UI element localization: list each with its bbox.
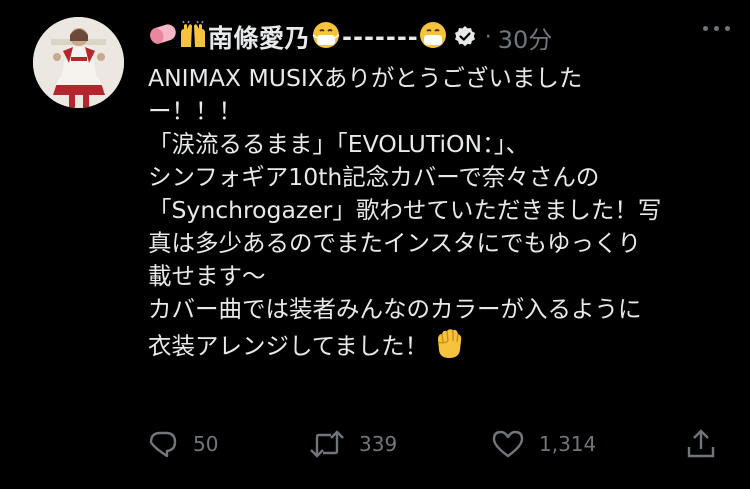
timestamp[interactable]: 30分 (498, 20, 553, 55)
tweet-text-line: 「Synchrogazer」歌わせていただきました！写 (148, 196, 662, 224)
tweet-actions: 50 339 1,314 (147, 425, 727, 463)
tweet-text-line: ー！！！ (148, 97, 242, 125)
reply-icon (147, 428, 179, 460)
pill-emoji-icon (148, 22, 178, 52)
reply-button[interactable]: 50 (147, 425, 218, 463)
raised-fist-emoji-icon (432, 326, 464, 369)
avatar[interactable] (33, 17, 124, 108)
tweet-text-line: ANIMAX MUSIXありがとうございました (148, 64, 583, 92)
time-separator: · (484, 24, 492, 50)
mask-face-emoji-icon (312, 21, 340, 53)
share-icon (685, 428, 717, 460)
share-button[interactable] (685, 425, 717, 463)
tweet-text: ANIMAX MUSIXありがとうございました ー！！！ 「涙流るるまま」「EV… (148, 62, 728, 369)
more-horizontal-icon[interactable] (703, 26, 730, 31)
author-display-name[interactable]: 南條愛乃 (208, 19, 310, 55)
tweet-text-line: 「涙流るるまま」「EVOLUTiON：」、 (148, 130, 530, 158)
tweet-text-line-last: 衣装アレンジしてました！ (148, 326, 728, 369)
raising-hands-emoji-icon (178, 20, 208, 53)
name-decoration: ------- (342, 23, 419, 51)
verified-badge-icon (453, 25, 477, 49)
tweet-text-line: シンフォギア10th記念カバーで奈々さんの (148, 163, 600, 191)
retweet-button[interactable]: 339 (309, 425, 397, 463)
tweet-text-line: カバー曲では装者みんなのカラーが入るように (148, 295, 642, 323)
like-count: 1,314 (539, 432, 597, 456)
tweet-text-line: 衣装アレンジしてました！ (148, 332, 429, 360)
reply-count: 50 (193, 432, 219, 456)
tweet-text-line: 真は多少あるのでまたインスタにでもゆっくり (148, 229, 642, 257)
tweet-text-line: 載せます〜 (148, 262, 266, 290)
retweet-count: 339 (359, 432, 398, 456)
tweet-header: 南條愛乃 ------- · 30分 (148, 20, 730, 54)
like-button[interactable]: 1,314 (491, 425, 596, 463)
retweet-icon (309, 428, 345, 460)
mask-face-emoji-icon (419, 21, 447, 53)
heart-icon (491, 428, 525, 460)
